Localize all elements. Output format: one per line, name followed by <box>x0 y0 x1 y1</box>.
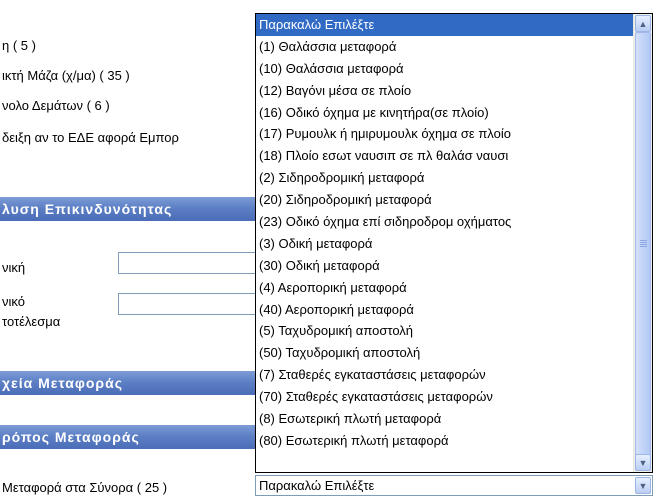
chevron-down-icon[interactable]: ▼ <box>635 454 651 471</box>
transport-mode-select[interactable]: Παρακαλώ Επιλέξτε ▼ <box>255 475 653 496</box>
field-label-result-2: τοτέλεσμα <box>2 314 61 329</box>
field-label-result-1: νικό <box>2 294 25 309</box>
list-option[interactable]: (4) Αεροπορική μεταφορά <box>256 277 634 299</box>
section-header-risk-analysis: λυση Επικινδυνότητας <box>0 197 262 221</box>
transport-mode-listbox[interactable]: Παρακαλώ Επιλέξτε (1) Θαλάσσια μεταφορά … <box>255 13 653 473</box>
list-option[interactable]: (50) Ταχυδρομική αποστολή <box>256 342 634 364</box>
chevron-up-icon[interactable]: ▲ <box>635 15 651 32</box>
field-label-packages-total: νολο Δεμάτων ( 6 ) <box>2 98 110 113</box>
thumb-grip-line <box>640 244 647 245</box>
result-input[interactable] <box>118 293 268 315</box>
list-option[interactable]: (30) Οδική μεταφορά <box>256 255 634 277</box>
field-label-indicator: δειξη αν το ΕΔΕ αφορά Εμπορ <box>2 130 179 145</box>
list-option[interactable]: (20) Σιδηροδρομική μεταφορά <box>256 189 634 211</box>
list-option[interactable]: (17) Ρυμουλκ ή ημιρυμουλκ όχημα σε πλοίο <box>256 123 634 145</box>
list-option[interactable]: (23) Οδικό όχημα επί σιδηροδρομ οχήματος <box>256 211 634 233</box>
list-option[interactable]: (12) Βαγόνι μέσα σε πλοίο <box>256 80 634 102</box>
list-option[interactable]: (10) Θαλάσσια μεταφορά <box>256 58 634 80</box>
scroll-thumb[interactable] <box>635 32 651 456</box>
list-option[interactable]: (80) Εσωτερική πλωτή μεταφορά <box>256 430 634 452</box>
listbox-options: Παρακαλώ Επιλέξτε (1) Θαλάσσια μεταφορά … <box>256 14 634 452</box>
list-option[interactable]: (2) Σιδηροδρομική μεταφορά <box>256 167 634 189</box>
list-option[interactable]: (8) Εσωτερική πλωτή μεταφορά <box>256 408 634 430</box>
list-option[interactable]: (1) Θαλάσσια μεταφορά <box>256 36 634 58</box>
list-option[interactable]: (5) Ταχυδρομική αποστολή <box>256 320 634 342</box>
chevron-down-icon[interactable]: ▼ <box>635 477 651 494</box>
field-label-border-transport: Μεταφορά στα Σύνορα ( 25 ) <box>2 480 168 495</box>
select-value: Παρακαλώ Επιλέξτε <box>259 478 375 493</box>
list-option[interactable]: (16) Οδικό όχημα με κινητήρα(σε πλοίο) <box>256 102 634 124</box>
thumb-grip-line <box>640 242 647 243</box>
list-option[interactable]: (7) Σταθερές εγκαταστάσεις μεταφορών <box>256 364 634 386</box>
field-label-gross-mass: ικτή Μάζα (χ/μα) ( 35 ) <box>2 68 130 83</box>
section-header-transport-mode: ρόπος Μεταφοράς <box>0 425 262 449</box>
list-option[interactable]: (3) Οδική μεταφορά <box>256 233 634 255</box>
field-label-general: νική <box>2 260 26 275</box>
thumb-grip-line <box>640 240 647 241</box>
list-option[interactable]: Παρακαλώ Επιλέξτε <box>256 14 634 36</box>
section-header-transport-data: χεία Μεταφοράς <box>0 371 262 395</box>
listbox-scrollbar[interactable]: ▲ ▼ <box>633 14 652 472</box>
list-option[interactable]: (70) Σταθερές εγκαταστάσεις μεταφορών <box>256 386 634 408</box>
thumb-grip-line <box>640 246 647 247</box>
general-input[interactable] <box>118 252 268 274</box>
list-option[interactable]: (40) Αεροπορική μεταφορά <box>256 299 634 321</box>
list-option[interactable]: (18) Πλοίο εσωτ ναυσιπ σε πλ θαλάσ ναυσι <box>256 145 634 167</box>
field-label-1: η ( 5 ) <box>2 38 36 53</box>
